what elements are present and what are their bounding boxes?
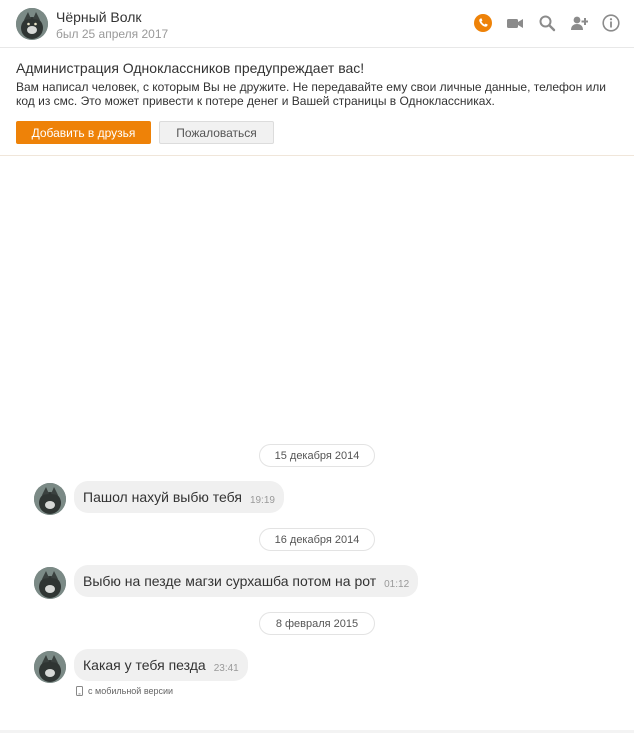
- wolf-avatar-image: [16, 8, 48, 40]
- search-icon: [539, 15, 556, 32]
- message-row: Какая у тебя пезда 23:41: [0, 649, 634, 685]
- info-icon: [602, 14, 620, 32]
- contact-name[interactable]: Чёрный Волк: [56, 9, 142, 25]
- mobile-version-note: с мобильной версии: [76, 685, 173, 697]
- stranger-warning: Администрация Одноклассников предупрежда…: [0, 48, 634, 156]
- sender-avatar[interactable]: [34, 651, 66, 683]
- video-call-button[interactable]: [506, 14, 524, 32]
- message-time: 23:41: [213, 662, 239, 674]
- last-seen-status: был 25 апреля 2017: [56, 27, 169, 41]
- mobile-phone-icon: [76, 686, 83, 696]
- message-text: Пашол нахуй выбю тебя: [83, 489, 242, 505]
- add-friend-button[interactable]: Добавить в друзья: [16, 121, 151, 144]
- message-row: Выбю на пезде магзи сурхашба потом на ро…: [0, 565, 634, 601]
- date-separator: 15 декабря 2014: [259, 444, 375, 467]
- contact-avatar[interactable]: [16, 8, 48, 40]
- search-button[interactable]: [538, 14, 556, 32]
- sender-avatar[interactable]: [34, 567, 66, 599]
- wolf-avatar-image: [34, 651, 66, 683]
- complain-button[interactable]: Пожаловаться: [159, 121, 274, 144]
- date-separator: 16 декабря 2014: [259, 528, 375, 551]
- message-row: Пашол нахуй выбю тебя 19:19: [0, 481, 634, 517]
- add-participant-button[interactable]: [570, 14, 588, 32]
- phone-icon: [474, 14, 492, 32]
- chat-info-button[interactable]: [602, 14, 620, 32]
- message-time: 01:12: [384, 578, 410, 590]
- date-separator: 8 февраля 2015: [259, 612, 375, 635]
- video-camera-icon: [507, 19, 523, 28]
- call-button[interactable]: [474, 14, 492, 32]
- chat-header: Чёрный Волк был 25 апреля 2017: [0, 0, 634, 48]
- message-time: 19:19: [249, 494, 275, 506]
- warning-title: Администрация Одноклассников предупрежда…: [16, 60, 365, 76]
- message-bubble[interactable]: Выбю на пезде магзи сурхашба потом на ро…: [74, 565, 419, 597]
- warning-text: Вам написал человек, с которым Вы не дру…: [16, 80, 606, 108]
- wolf-avatar-image: [34, 483, 66, 515]
- message-bubble[interactable]: Какая у тебя пезда 23:41: [74, 649, 248, 681]
- header-actions: [474, 12, 620, 34]
- mobile-version-label: с мобильной версии: [88, 686, 174, 696]
- message-text: Какая у тебя пезда: [83, 657, 206, 673]
- sender-avatar[interactable]: [34, 483, 66, 515]
- message-bubble[interactable]: Пашол нахуй выбю тебя 19:19: [74, 481, 284, 513]
- message-text: Выбю на пезде магзи сурхашба потом на ро…: [83, 573, 377, 589]
- wolf-avatar-image: [34, 567, 66, 599]
- add-user-icon: [571, 16, 588, 30]
